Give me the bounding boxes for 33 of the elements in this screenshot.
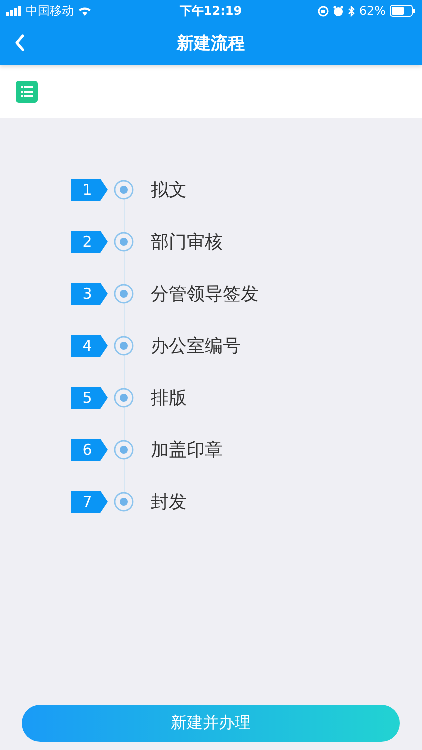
bluetooth-icon — [348, 6, 356, 16]
step-node-icon — [114, 388, 134, 408]
page-title: 新建流程 — [177, 33, 245, 55]
step-number: 7 — [71, 491, 108, 513]
step-node-icon — [114, 284, 134, 304]
battery-percent: 62% — [359, 4, 386, 18]
battery-icon — [390, 5, 416, 17]
step-node-icon — [114, 336, 134, 356]
step-node-icon — [114, 232, 134, 252]
step-label: 分管领导签发 — [151, 283, 259, 306]
step-node-icon — [114, 180, 134, 200]
rotation-lock-icon — [318, 6, 330, 16]
create-and-process-button[interactable]: 新建并办理 — [22, 705, 400, 742]
signal-icon — [6, 6, 22, 16]
alarm-icon — [333, 6, 344, 16]
carrier-name: 中国移动 — [26, 2, 74, 20]
status-time: 下午12:19 — [180, 2, 242, 20]
step-node-icon — [114, 440, 134, 460]
step-number: 1 — [71, 179, 108, 201]
step-number: 4 — [71, 335, 108, 357]
step-label: 拟文 — [151, 179, 187, 202]
step-label: 封发 — [151, 491, 187, 514]
step-node-icon — [114, 492, 134, 512]
step-label: 办公室编号 — [151, 335, 241, 358]
step-number: 3 — [71, 283, 108, 305]
list-icon[interactable] — [16, 80, 38, 102]
step-number: 6 — [71, 439, 108, 461]
wifi-icon — [78, 6, 92, 16]
step-number: 2 — [71, 231, 108, 253]
step-label: 排版 — [151, 387, 187, 410]
step-label: 加盖印章 — [151, 439, 223, 462]
step-number: 5 — [71, 387, 108, 409]
step-label: 部门审核 — [151, 231, 223, 254]
